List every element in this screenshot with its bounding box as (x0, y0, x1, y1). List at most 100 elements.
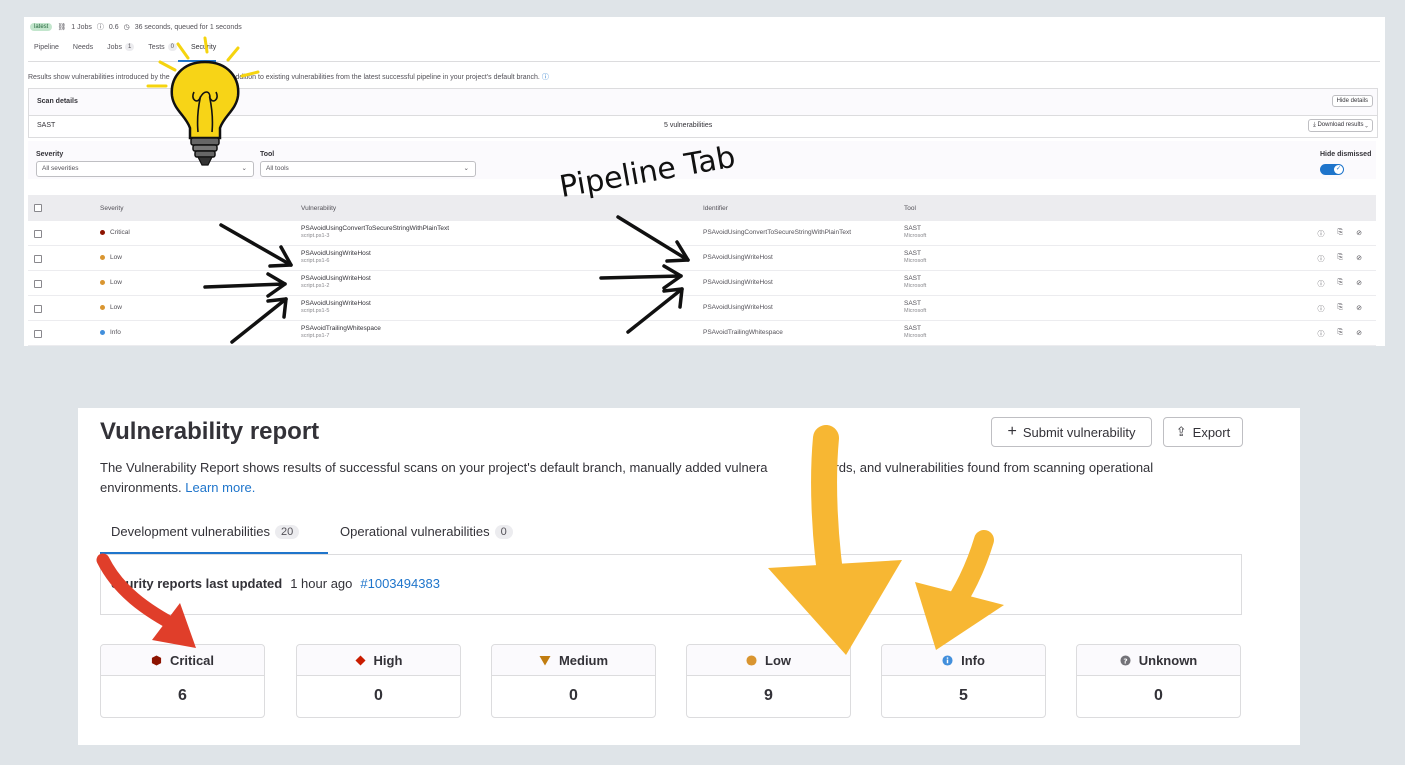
row-checkbox[interactable] (34, 230, 42, 238)
plus-icon: + (1007, 423, 1017, 440)
vulnerability-cell[interactable]: PSAvoidTrailingWhitespace script.ps1-7 (301, 325, 381, 339)
table-row[interactable]: Critical PSAvoidUsingConvertToSecureStrin… (28, 221, 1376, 246)
tool-name: SAST (904, 225, 921, 232)
table-header: Severity Vulnerability Identifier Tool (28, 195, 1376, 221)
severity-select[interactable]: All severities ⌄ (36, 161, 254, 177)
tab-development-vulnerabilities[interactable]: Development vulnerabilities 20 (111, 524, 300, 539)
tab-jobs[interactable]: Jobs 1 (107, 43, 135, 51)
security-reports-updated: ecurity reports last updated 1 hour ago … (100, 554, 1242, 615)
tab-label: Development vulnerabilities (111, 524, 270, 539)
export-label: Export (1192, 424, 1231, 440)
tab-security[interactable]: Security (191, 43, 216, 51)
vulnerability-cell[interactable]: PSAvoidUsingWriteHost script.ps1-2 (301, 275, 371, 289)
dismiss-icon[interactable]: ⊘ (1356, 229, 1362, 239)
clock-icon: ◷ (123, 24, 130, 31)
info-icon[interactable]: ⓘ (1318, 304, 1325, 314)
vulnerability-name[interactable]: PSAvoidUsingWriteHost (301, 275, 371, 282)
create-issue-icon[interactable]: ⎘ (1338, 279, 1344, 289)
severity-dot-icon (100, 229, 105, 235)
info-icon[interactable]: ⓘ (1318, 329, 1325, 339)
severity-cell: Low (100, 254, 122, 261)
create-issue-icon[interactable]: ⎘ (1338, 229, 1344, 239)
export-icon: ⇪ (1175, 424, 1187, 439)
vulnerability-name[interactable]: PSAvoidUsingConvertToSecureStringWithPla… (301, 225, 449, 232)
tool-cell: SAST Microsoft (904, 225, 926, 239)
severity-label: Critical (169, 652, 215, 668)
hide-dismissed-toggle[interactable] (1320, 164, 1344, 175)
severity-dot-icon (100, 304, 105, 310)
tool-select-value: All tools (266, 165, 289, 172)
dismiss-icon[interactable]: ⊘ (1356, 279, 1362, 289)
unknown-circle-icon: ? (1120, 654, 1131, 666)
export-button[interactable]: ⇪ Export (1163, 417, 1243, 447)
table-row[interactable]: Low PSAvoidUsingWriteHost script.ps1-2 PSAv… (28, 271, 1376, 296)
severity-text: Low (110, 304, 122, 311)
row-checkbox[interactable] (34, 280, 42, 288)
select-all-checkbox[interactable] (34, 204, 42, 212)
create-issue-icon[interactable]: ⎘ (1338, 329, 1344, 339)
severity-filter-label: Severity (36, 151, 64, 158)
row-checkbox[interactable] (34, 255, 42, 263)
latest-badge: latest (30, 23, 53, 31)
tab-needs[interactable]: Needs (73, 43, 93, 51)
table-row[interactable]: Info PSAvoidTrailingWhitespace script.ps1-… (28, 321, 1376, 346)
vulnerability-name[interactable]: PSAvoidUsingWriteHost (301, 300, 371, 307)
results-info: Results show vulnerabilities introduced … (28, 72, 549, 82)
tab-tests[interactable]: Tests 0 (148, 43, 177, 51)
tool-select[interactable]: All tools ⌄ (260, 161, 476, 177)
vulnerability-name[interactable]: PSAvoidUsingWriteHost (301, 250, 371, 257)
pipeline-link[interactable]: #1003494383 (360, 576, 440, 591)
severity-label: High (373, 652, 403, 668)
table-row[interactable]: Low PSAvoidUsingWriteHost script.ps1-6 PSAv… (28, 246, 1376, 271)
scan-details-title: Scan details (37, 98, 78, 105)
vulnerability-file: script.ps1-3 (301, 233, 330, 239)
tool-cell: SAST Microsoft (904, 250, 926, 264)
create-issue-icon[interactable]: ⎘ (1338, 254, 1344, 264)
severity-text: Critical (110, 229, 130, 236)
row-checkbox[interactable] (34, 330, 42, 338)
tab-pipeline[interactable]: Pipeline (34, 43, 59, 51)
download-results-button[interactable]: ⤓ Download results ⌄ (1308, 119, 1373, 132)
dismiss-icon[interactable]: ⊘ (1356, 329, 1362, 339)
active-tab-indicator (178, 60, 216, 62)
severity-cell: Low (100, 304, 122, 311)
vulnerability-count: 5 vulnerabilities (664, 122, 713, 129)
vulnerability-cell[interactable]: PSAvoidUsingWriteHost script.ps1-5 (301, 300, 371, 314)
tab-label: Tests (148, 43, 165, 51)
critical-hexagon-icon (151, 654, 162, 666)
info-icon[interactable]: ⓘ (1318, 229, 1325, 239)
vulnerability-cell[interactable]: PSAvoidUsingWriteHost script.ps1-6 (301, 250, 371, 264)
tab-label: Needs (72, 43, 94, 51)
question-circle-icon[interactable]: ⓘ (542, 74, 549, 81)
report-tabs: Development vulnerabilities 20 Operation… (100, 520, 1242, 555)
tab-operational-vulnerabilities[interactable]: Operational vulnerabilities 0 (340, 524, 513, 539)
tool-vendor: Microsoft (904, 333, 927, 339)
dismiss-icon[interactable]: ⊘ (1356, 254, 1362, 264)
chevron-down-icon: ⌄ (241, 165, 247, 172)
info-text-end: addition to existing vulnerabilities fro… (231, 74, 540, 81)
vulnerability-file: script.ps1-7 (301, 333, 330, 339)
submit-vulnerability-button[interactable]: + Submit vulnerability (991, 417, 1152, 447)
vulnerability-name[interactable]: PSAvoidTrailingWhitespace (301, 325, 381, 332)
vulnerability-file: script.ps1-5 (301, 308, 330, 314)
tab-label: Jobs (107, 43, 122, 51)
hide-details-button[interactable]: Hide details (1331, 95, 1373, 107)
tab-count: 1 (124, 43, 135, 51)
severity-label: Info (961, 652, 985, 668)
severity-select-value: All severities (42, 165, 79, 172)
vulnerability-report-panel: Vulnerability report + Submit vulnerabil… (78, 408, 1300, 745)
info-icon[interactable]: ⓘ (1318, 279, 1325, 289)
tool-name: SAST (904, 250, 921, 257)
submit-label: Submit vulnerability (1022, 424, 1136, 440)
tool-vendor: Microsoft (904, 233, 927, 239)
create-issue-icon[interactable]: ⎘ (1338, 304, 1344, 314)
dismiss-icon[interactable]: ⊘ (1356, 304, 1362, 314)
severity-count: 0 (374, 687, 383, 704)
learn-more-link[interactable]: Learn more. (185, 480, 255, 495)
description-text: The Vulnerability Report shows results o… (100, 460, 768, 475)
info-icon[interactable]: ⓘ (1318, 254, 1325, 264)
pipeline-header: latest ⛓ 1 Jobs ⓘ 0.6 ◷ 36 seconds, queu… (30, 22, 242, 32)
row-checkbox[interactable] (34, 305, 42, 313)
table-row[interactable]: Low PSAvoidUsingWriteHost script.ps1-5 PSAv… (28, 296, 1376, 321)
vulnerability-cell[interactable]: PSAvoidUsingConvertToSecureStringWithPla… (301, 225, 449, 239)
